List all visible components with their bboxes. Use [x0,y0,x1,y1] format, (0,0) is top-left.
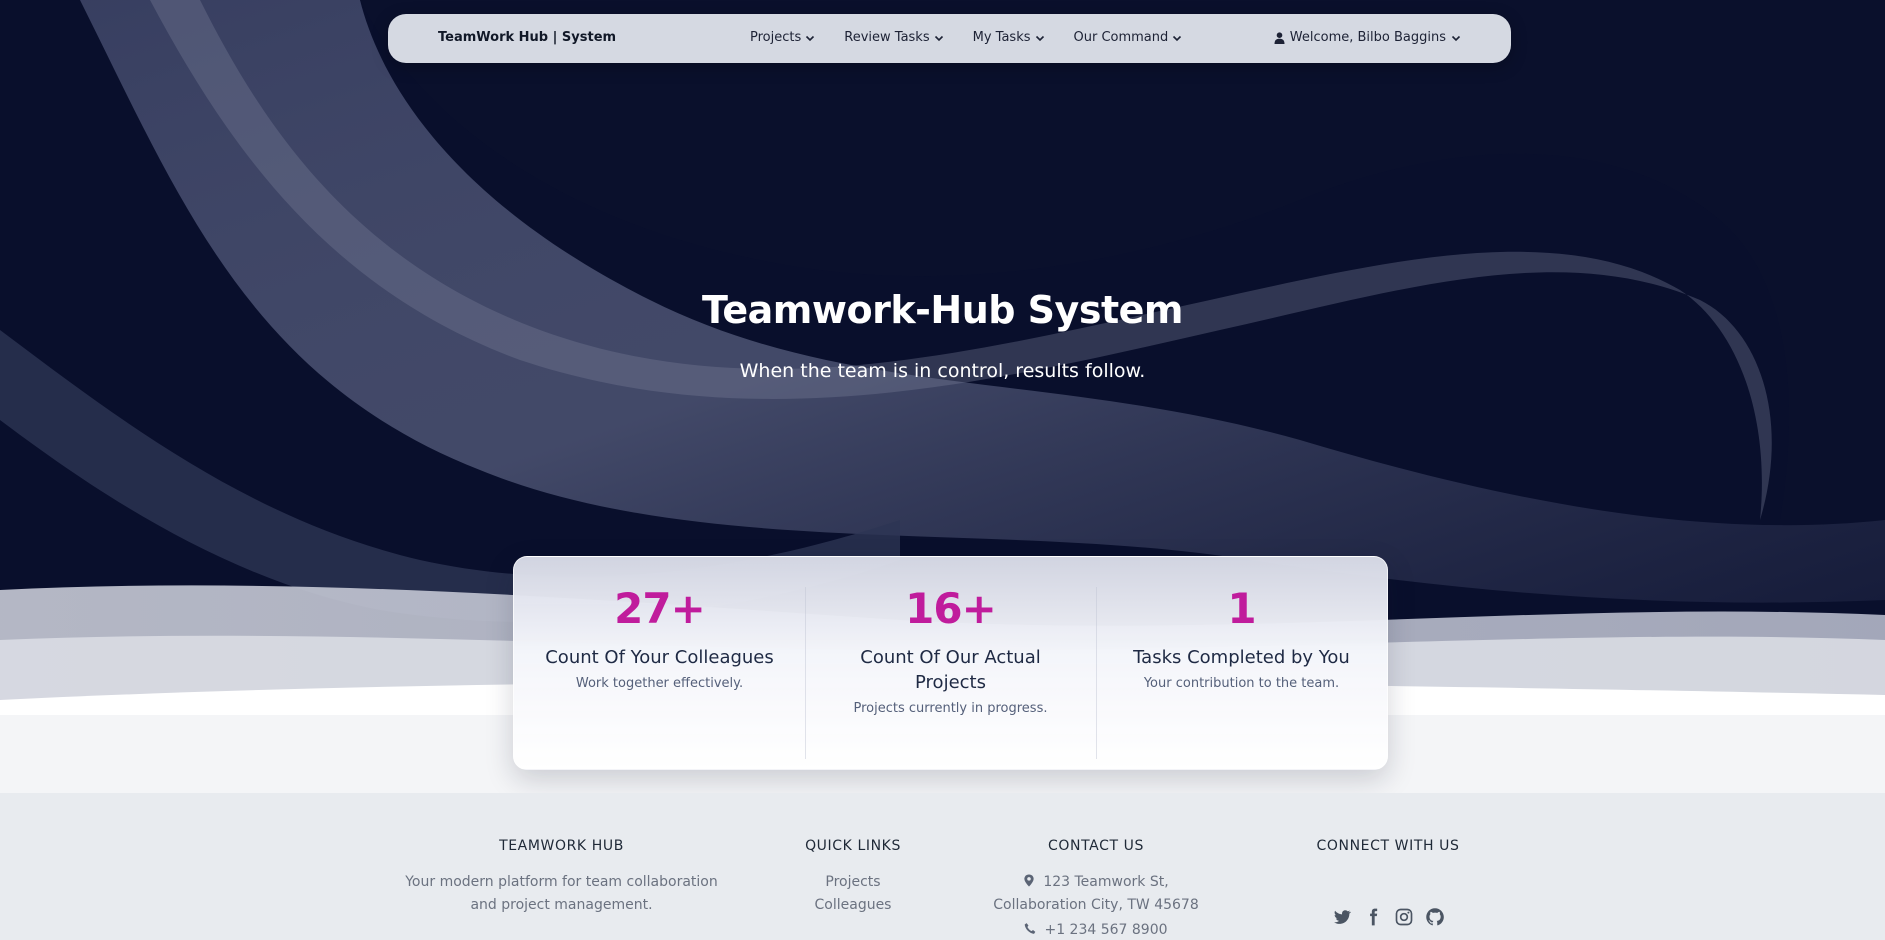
instagram-icon[interactable] [1394,907,1414,927]
map-marker-icon [1024,874,1034,887]
facebook-icon[interactable] [1363,907,1383,927]
social-links [1288,907,1488,927]
user-menu[interactable]: Welcome, Bilbo Baggins [1274,30,1461,45]
nav-item-label: Review Tasks [844,30,930,45]
footer-heading: CONNECT WITH US [1316,838,1460,854]
chevron-down-icon [806,35,815,41]
hero-subtitle: When the team is in control, results fol… [739,360,1146,382]
footer-heading: CONTACT US [1048,838,1144,854]
footer-heading: QUICK LINKS [805,838,901,854]
nav-links: Projects Review Tasks My Tasks Our Comma… [750,30,1211,45]
hero-title: Teamwork-Hub System [702,288,1183,332]
phone-icon [1025,923,1036,934]
footer-link-projects[interactable]: Projects [783,871,923,894]
stat-title: Count Of Our Actual Projects [860,647,1041,693]
chevron-down-icon [934,35,943,41]
footer-about-text: Your modern platform for team collaborat… [405,874,718,913]
footer: TEAMWORK HUB Your modern platform for te… [0,793,1885,940]
footer-quick-links: QUICK LINKS Projects Colleagues [783,838,923,917]
footer-connect: CONNECT WITH US [1288,838,1488,927]
nav-item-our-command[interactable]: Our Command [1074,30,1183,45]
stat-value: 27+ [614,584,706,633]
footer-heading: TEAMWORK HUB [499,838,624,854]
stats-card: 27+ Count Of Your Colleagues Work togeth… [513,556,1388,770]
chevron-down-icon [1451,35,1461,41]
stat-description: Projects currently in progress. [853,701,1048,716]
chevron-down-icon [1173,35,1182,41]
user-icon [1274,31,1285,44]
contact-phone[interactable]: +1 234 567 8900 [1044,922,1167,938]
twitter-icon[interactable] [1332,907,1352,927]
stat-description: Work together effectively. [575,676,744,691]
nav-item-projects[interactable]: Projects [750,30,815,45]
contact-address-line1: 123 Teamwork St, [1043,874,1169,890]
stat-title: Tasks Completed by You [1133,647,1350,668]
brand-link[interactable]: TeamWork Hub | System [438,30,616,45]
footer-contact: CONTACT US 123 Teamwork St, Collaboratio… [976,838,1216,940]
stat-tasks-completed: 1 Tasks Completed by You Your contributi… [1096,557,1387,769]
stat-projects: 16+ Count Of Our Actual Projects Project… [805,557,1096,769]
user-menu-label: Welcome, Bilbo Baggins [1289,30,1446,45]
nav-item-review-tasks[interactable]: Review Tasks [844,30,943,45]
footer-link-colleagues[interactable]: Colleagues [783,894,923,917]
contact-address-line2: Collaboration City, TW 45678 [993,897,1199,913]
top-navbar: TeamWork Hub | System Projects Review Ta… [388,14,1511,63]
chevron-down-icon [1035,35,1044,41]
nav-item-label: My Tasks [972,30,1031,45]
stat-value: 1 [1227,584,1256,633]
stat-value: 16+ [905,584,997,633]
github-icon[interactable] [1425,907,1445,927]
nav-item-my-tasks[interactable]: My Tasks [973,30,1045,45]
stat-colleagues: 27+ Count Of Your Colleagues Work togeth… [514,557,805,769]
nav-item-label: Projects [750,30,802,45]
stat-description: Your contribution to the team. [1143,676,1340,691]
footer-about: TEAMWORK HUB Your modern platform for te… [390,838,733,917]
stat-title: Count Of Your Colleagues [545,647,774,668]
nav-item-label: Our Command [1073,30,1169,45]
